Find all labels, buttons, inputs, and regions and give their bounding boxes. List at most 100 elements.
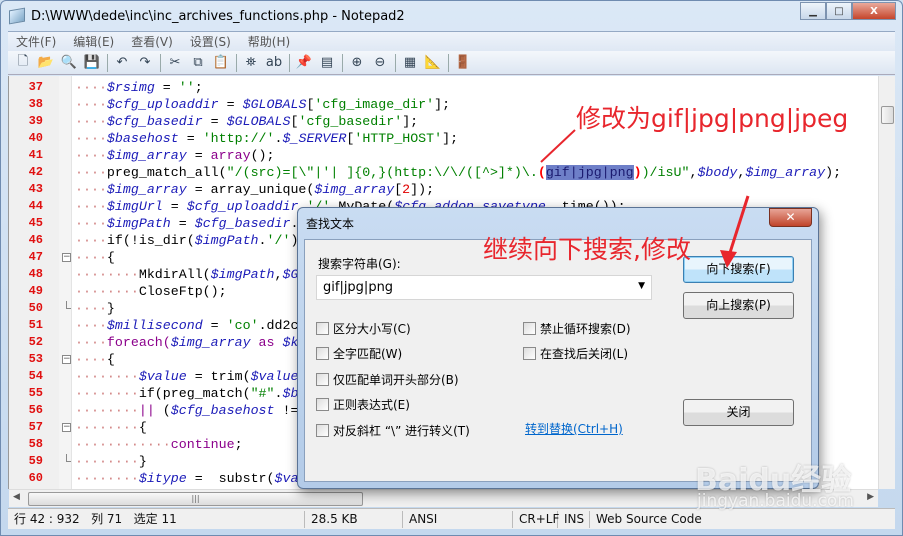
browse-icon[interactable]: 🔍 [60, 54, 78, 72]
code-token: $cfg_uploaddir [186, 199, 299, 214]
replace-icon[interactable]: ab [265, 54, 283, 72]
code-line[interactable]: ····$basehost = 'http://'.$_SERVER['HTTP… [75, 130, 458, 147]
checkbox-icon[interactable] [316, 424, 329, 437]
cut-icon[interactable]: ✂ [166, 54, 184, 72]
fold-end-marker [66, 301, 71, 309]
open-folder-icon[interactable]: 📂 [37, 54, 55, 72]
search-string-combo[interactable]: gif|jpg|png ▼ [316, 275, 652, 300]
toolbar-separator [448, 53, 449, 72]
checkbox-no-wrap[interactable]: 禁止循环搜索(D) [523, 320, 631, 337]
checkbox-close-after-find[interactable]: 在查找后关闭(L) [523, 345, 628, 362]
menu-item[interactable]: 编辑(E) [73, 33, 114, 50]
code-line[interactable]: ····$rsimg = ''; [75, 79, 203, 96]
favorites-icon[interactable]: 📌 [295, 54, 313, 72]
code-line[interactable]: ····$cfg_basedir = $GLOBALS['cfg_basedir… [75, 113, 418, 130]
code-line[interactable]: ············continue; [75, 436, 243, 453]
fold-toggle-icon[interactable]: − [62, 253, 71, 262]
code-token: ···· [75, 114, 107, 129]
code-line[interactable]: ····if(!is_dir($imgPath.'/') [75, 232, 298, 249]
maximize-button[interactable]: □ [826, 2, 852, 20]
code-line[interactable]: ····{ [75, 351, 115, 368]
checkbox-label: 仅匹配单词开头部分(B) [333, 373, 459, 387]
undo-icon[interactable]: ↶ [113, 54, 131, 72]
code-line[interactable]: ····$millisecond = 'co'.dd2c [75, 317, 298, 334]
menu-item[interactable]: 文件(F) [16, 33, 56, 50]
code-line[interactable]: ····$img_array = array_unique($img_array… [75, 181, 434, 198]
fold-toggle-icon[interactable]: − [62, 423, 71, 432]
code-line[interactable]: ········{ [75, 419, 147, 436]
find-dialog-close-button[interactable]: ✕ [769, 208, 812, 227]
find-next-button[interactable]: 向下搜索(F) [683, 256, 794, 283]
zoom-out-icon[interactable]: ⊖ [371, 54, 389, 72]
code-line[interactable]: ········} [75, 453, 147, 470]
dropdown-arrow-icon[interactable]: ▼ [638, 281, 645, 291]
code-line[interactable]: ····} [75, 300, 115, 317]
find-dialog-title: 查找文本 [306, 217, 355, 231]
checkbox-regex[interactable]: 正则表达式(E) [316, 396, 410, 413]
code-line[interactable]: ········|| ($cfg_basehost != [75, 402, 298, 419]
code-token: $img_array [106, 182, 187, 197]
close-dialog-button[interactable]: 关闭 [683, 399, 794, 426]
close-window-button[interactable]: X [852, 2, 896, 20]
checkbox-icon[interactable] [523, 322, 536, 335]
checkbox-word-start[interactable]: 仅匹配单词开头部分(B) [316, 371, 459, 388]
code-line[interactable]: ····preg_match_all("/(src)=[\"|'| ]{0,}(… [75, 164, 841, 181]
toolbar: 🗋 📂 🔍 💾 ↶ ↷ ✂ ⧉ 📋 ⛯ ab 📌 ▤ ⊕ ⊖ ▦ 📐 🚪 [8, 51, 895, 75]
exit-icon[interactable]: 🚪 [454, 54, 472, 72]
code-line[interactable]: ····foreach($img_array as $k [75, 334, 298, 351]
code-token: $img_array [745, 165, 826, 180]
title-bar: D:\WWW\dede\inc\inc_archives_functions.p… [9, 1, 902, 31]
paste-icon[interactable]: 📋 [212, 54, 230, 72]
goto-icon[interactable]: ▤ [318, 54, 336, 72]
goto-replace-link[interactable]: 转到替换(Ctrl+H) [525, 420, 623, 437]
vertical-scrollbar[interactable] [878, 76, 895, 489]
menu-item[interactable]: 帮助(H) [248, 33, 290, 50]
code-line[interactable]: ········MkdirAll($imgPath,$G [75, 266, 298, 283]
code-token: ········ [75, 454, 139, 469]
code-line[interactable]: ····$imgPath = $cfg_basedir. [75, 215, 298, 232]
status-position: 行 42 : 932 列 71 选定 11 [8, 510, 305, 528]
find-icon[interactable]: ⛯ [242, 54, 260, 72]
scheme-icon[interactable]: ▦ [401, 54, 419, 72]
checkbox-match-case[interactable]: 区分大小写(C) [316, 320, 411, 337]
code-line[interactable]: ········CloseFtp(); [75, 283, 227, 300]
code-line[interactable]: ····{ [75, 249, 115, 266]
checkbox-icon[interactable] [316, 322, 329, 335]
zoom-in-icon[interactable]: ⊕ [348, 54, 366, 72]
find-previous-button[interactable]: 向上搜索(P) [683, 292, 794, 319]
checkbox-icon[interactable] [523, 347, 536, 360]
code-token: ···· [75, 335, 107, 350]
redo-icon[interactable]: ↷ [136, 54, 154, 72]
menu-item[interactable]: 查看(V) [131, 33, 173, 50]
menu-item[interactable]: 设置(S) [190, 33, 231, 50]
code-line[interactable]: ········if(preg_match("#".$b [75, 385, 298, 402]
checkbox-icon[interactable] [316, 347, 329, 360]
code-line[interactable]: ····$img_array = array(); [75, 147, 275, 164]
minimize-button[interactable]: ▁ [800, 2, 826, 20]
code-line[interactable]: ····$cfg_uploaddir = $GLOBALS['cfg_image… [75, 96, 450, 113]
code-token: ; [234, 437, 243, 452]
save-icon[interactable]: 💾 [83, 54, 101, 72]
vertical-scroll-thumb[interactable] [881, 106, 894, 124]
code-line[interactable]: ········$value = trim($value [75, 368, 298, 385]
fold-end-marker [66, 454, 71, 462]
fold-toggle-icon[interactable]: − [62, 355, 71, 364]
checkbox-label: 禁止循环搜索(D) [540, 322, 631, 336]
code-token: = [170, 216, 195, 231]
copy-icon[interactable]: ⧉ [189, 54, 207, 72]
checkbox-icon[interactable] [316, 373, 329, 386]
customize-scheme-icon[interactable]: 📐 [424, 54, 442, 72]
new-file-icon[interactable]: 🗋 [14, 54, 32, 72]
checkbox-icon[interactable] [316, 398, 329, 411]
checkbox-whole-word[interactable]: 全字匹配(W) [316, 345, 402, 362]
code-token: $GLOBALS [226, 114, 291, 129]
checkbox-label: 区分大小写(C) [333, 322, 411, 336]
horizontal-scroll-thumb[interactable]: ||| [28, 492, 363, 506]
line-number: 51 [28, 318, 43, 332]
scroll-right-icon[interactable]: ▶ [867, 492, 874, 502]
scroll-left-icon[interactable]: ◀ [13, 492, 20, 502]
code-token: $cfg_basedir [106, 114, 203, 129]
checkbox-backslash-escape[interactable]: 对反斜杠 “\” 进行转义(T) [316, 422, 470, 439]
code-token: ···· [75, 216, 107, 231]
code-line[interactable]: ········$itype = substr($va [75, 470, 298, 487]
